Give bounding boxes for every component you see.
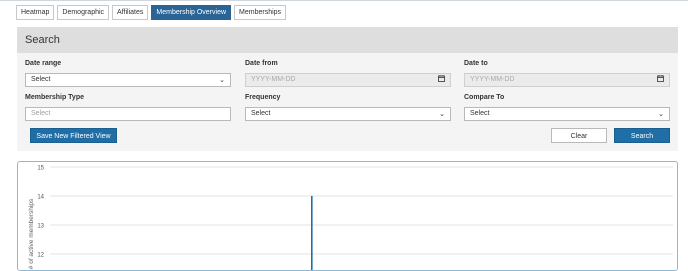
calendar-icon[interactable] [657,75,664,87]
frequency-select[interactable]: Select ⌄ [245,107,451,121]
tab-demographic[interactable]: Demographic [57,5,110,20]
compare-to-value: Select [470,110,490,117]
bar [311,196,313,270]
report-tabs: Heatmap Demographic Affiliates Membershi… [16,5,287,20]
search-panel-title: Search [17,27,678,53]
tab-heatmap[interactable]: Heatmap [16,5,55,20]
save-filtered-view-button[interactable]: Save New Filtered View [30,128,117,143]
membership-type-placeholder: Select [31,110,51,117]
membership-chart-svg: 15 14 13 12# of active memberships [28,166,673,270]
membership-type-input[interactable]: Select [25,107,231,121]
compare-to-select[interactable]: Select ⌄ [464,107,670,121]
chevron-down-icon: ⌄ [439,111,445,118]
date-to-label: Date to [464,60,488,67]
date-from-label: Date from [245,60,278,67]
tab-membership-overview[interactable]: Membership Overview [151,5,232,20]
search-button[interactable]: Search [614,128,670,143]
clear-button[interactable]: Clear [551,128,607,143]
chevron-down-icon: ⌄ [658,111,664,118]
top-divider [0,0,688,1]
tab-memberships[interactable]: Memberships [234,5,287,20]
chevron-down-icon: ⌄ [219,77,225,84]
y-tick-label: 14 [37,195,44,201]
frequency-label: Frequency [245,94,281,101]
y-tick-label: 15 [37,166,44,172]
date-to-input[interactable]: YYYY-MM-DD [464,73,670,87]
frequency-value: Select [251,110,271,117]
y-tick-label: 12 [37,253,44,259]
search-panel: Search Date range Select ⌄ Date from YYY… [17,27,678,151]
date-range-label: Date range [25,60,62,67]
membership-type-label: Membership Type [25,94,84,101]
date-range-select[interactable]: Select ⌄ [25,73,231,87]
date-from-input[interactable]: YYYY-MM-DD [245,73,451,87]
date-range-value: Select [31,76,51,83]
y-axis-label: # of active memberships [28,198,35,269]
compare-to-label: Compare To [464,94,505,101]
y-tick-label: 13 [37,224,44,230]
date-to-placeholder: YYYY-MM-DD [470,76,515,83]
date-from-placeholder: YYYY-MM-DD [251,76,296,83]
tab-affiliates[interactable]: Affiliates [112,5,149,20]
calendar-icon[interactable] [438,75,445,87]
membership-chart: 15 14 13 12 # of active memberships [17,161,678,271]
